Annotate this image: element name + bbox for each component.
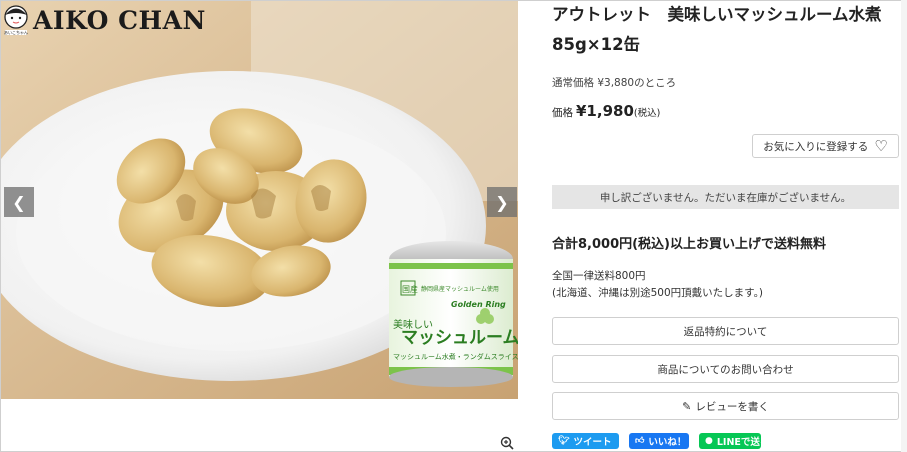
gallery-next-button[interactable]: ❯ [487,187,517,217]
product-info: アウトレット 美味しいマッシュルーム水煮 85g×12缶 通常価格 ¥3,880… [552,0,900,449]
product-photo: 国産 静岡県産マッシュルーム使用 Golden Ring 美味しい マッシュルー… [1,1,518,399]
write-review-button[interactable]: ✎ レビューを書く [552,392,899,420]
brand-logo[interactable]: あいこちゃん AIKO CHAN [1,1,206,39]
gallery-prev-button[interactable]: ❮ [4,187,34,217]
tweet-button[interactable]: 🐦︎ ツイート [552,433,619,449]
can-label-brand: Golden Ring [451,300,506,309]
sale-price: 価格 ¥1,980(税込) [552,101,660,120]
like-label: いいね！ [648,437,687,448]
price-tax: (税込) [633,108,661,119]
heart-outline-icon: ♡ [874,136,888,155]
brand-name: AIKO CHAN [33,5,206,35]
write-review-label: レビューを書く [695,400,769,413]
mushroom-can: 国産 静岡県産マッシュルーム使用 Golden Ring 美味しい マッシュルー… [389,241,518,387]
pencil-icon: ✎ [682,399,692,413]
line-share-button[interactable]: ● LINEで送る [699,433,769,449]
can-label-origin: 静岡県産マッシュルーム使用 [421,285,499,293]
zoom-button[interactable] [500,436,514,450]
return-policy-label: 返品特約について [683,325,768,338]
free-shipping-text: 合計8,000円(税込)以上お買い上げで送料無料 [552,237,827,252]
add-to-favorites-button[interactable]: お気に入りに登録する ♡ [752,134,899,158]
product-inquiry-label: 商品についてのお問い合わせ [657,363,794,376]
favorites-label: お気に入りに登録する [763,140,869,153]
shipping-note-line1: 全国一律送料800円 [552,270,646,282]
out-of-stock-notice: 申し訳ございません。ただいま在庫がございません。 [552,185,899,209]
twitter-bird-icon: 🐦︎ [558,436,570,446]
price-label: 価格 [552,107,573,119]
regular-price: 通常価格 ¥3,880のところ [552,77,677,89]
chevron-left-icon: ❮ [12,192,26,212]
facebook-like-button[interactable]: 👍︎ いいね！ [629,433,689,449]
tweet-label: ツイート [573,437,612,448]
shipping-note-line2: (北海道、沖縄は別途500円頂戴いたします。) [552,287,763,299]
svg-text:あいこちゃん: あいこちゃん [4,29,28,35]
magnifier-plus-icon [500,436,514,450]
price-value: ¥1,980 [576,102,634,120]
line-label: LINEで送る [716,437,770,448]
line-chat-icon: ● [705,436,713,446]
can-label-sub: マッシュルーム水煮・ランダムスライス [393,352,518,361]
thumbs-up-icon: 👍︎ [635,436,645,446]
product-title: アウトレット 美味しいマッシュルーム水煮 85g×12缶 [552,0,900,60]
shipping-note: 全国一律送料800円 (北海道、沖縄は別途500円頂戴いたします。) [552,268,763,302]
return-policy-button[interactable]: 返品特約について [552,317,899,345]
mascot-icon: あいこちゃん [4,5,28,35]
vertical-scrollbar[interactable] [901,0,907,452]
can-label-top: 国産 [402,284,418,294]
product-image-gallery[interactable]: 国産 静岡県産マッシュルーム使用 Golden Ring 美味しい マッシュルー… [1,1,518,399]
can-label-main: マッシュルーム [401,328,518,348]
product-inquiry-button[interactable]: 商品についてのお問い合わせ [552,355,899,383]
product-title-line2: 85g×12缶 [552,35,641,54]
product-title-line1: アウトレット 美味しいマッシュルーム水煮 [552,5,882,24]
chevron-right-icon: ❯ [495,192,509,212]
social-share-bar: 🐦︎ ツイート 👍︎ いいね！ ● LINEで送る [552,433,769,449]
